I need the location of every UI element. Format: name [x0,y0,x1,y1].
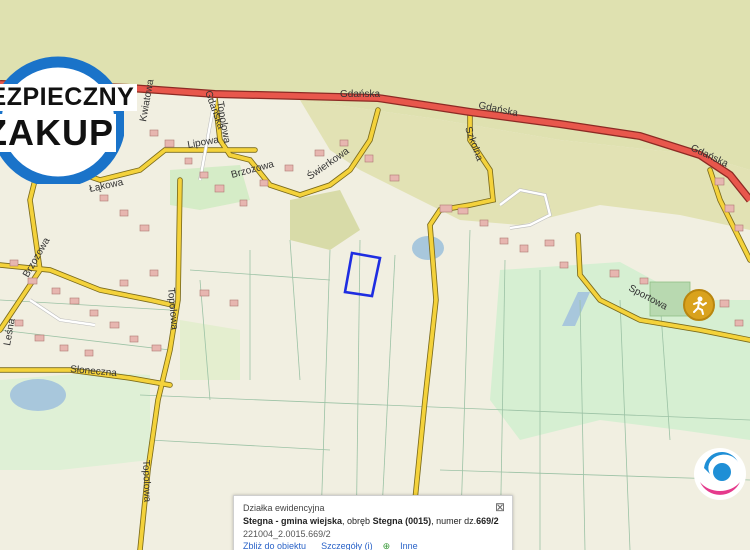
popup-links: Zbliż do obiektu Szczegóły (i) ⊕ Inne [243,541,418,550]
parcel-669-2[interactable] [343,251,382,298]
parcel-identifier: 221004_2.0015.669/2 [243,529,331,539]
street-label-topolowa-3: Topolowa [140,460,152,503]
other-link[interactable]: Inne [400,541,418,550]
badge-line1: BEZPIECZNY [0,84,138,111]
plus-circle-icon[interactable]: ⊕ [383,541,391,550]
forest-area [290,190,360,250]
water-body [10,379,66,411]
meadow-area [180,320,240,380]
parcel-number: 669/2 [476,516,499,526]
brand-logo-icon [694,448,746,500]
popup-title: Działka ewidencyjna [243,503,325,513]
street-label-gdanska-2: Gdańska [340,89,380,100]
water-body [412,236,444,260]
parcel-description: Stegna - gmina wiejska, obręb Stegna (00… [243,516,499,526]
map-view[interactable]: Gdańska Gdańska Gdańska Gdańska Kwiatowa Topo… [0,0,750,550]
meadow-area [490,262,750,440]
popup-close-icon[interactable]: ⊠ [495,500,505,514]
zoom-to-object-link[interactable]: Zbliż do obiektu [243,541,306,550]
sep-precinct: , obręb [342,516,373,526]
place-name: Stegna - gmina wiejska [243,516,343,526]
badge-line2: ZAKUP [0,114,116,152]
sep-parcel: , numer dz. [431,516,477,526]
street-label-topolowa-2: Topolowa [165,287,180,330]
safe-purchase-badge: BEZPIECZNY ZAKUP [0,56,138,184]
precinct-name: Stegna (0015) [372,516,432,526]
sports-poi-icon[interactable] [683,289,715,321]
parcel-info-popup: Działka ewidencyjna ⊠ Stegna - gmina wie… [233,495,513,550]
details-link[interactable]: Szczegóły (i) [321,541,373,550]
